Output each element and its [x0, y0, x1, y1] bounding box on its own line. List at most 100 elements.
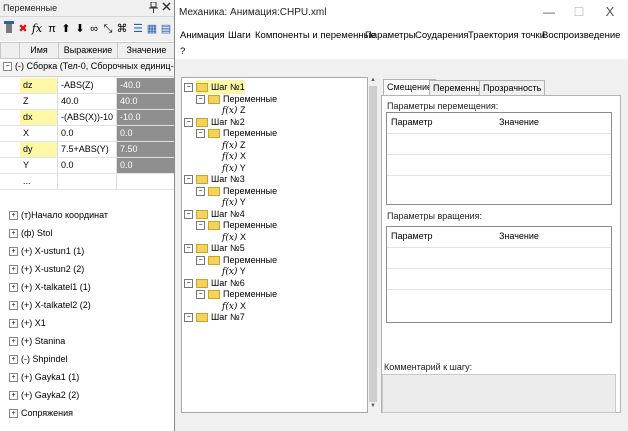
- menu-collisions[interactable]: Соударения: [415, 30, 469, 41]
- expand-icon[interactable]: +: [9, 373, 18, 383]
- component-node[interactable]: + (-) Shpindel: [6, 351, 68, 367]
- pi-icon[interactable]: π: [46, 21, 58, 37]
- expand-icon[interactable]: +: [9, 409, 18, 419]
- rot-params-table[interactable]: Параметр Значение: [386, 226, 612, 323]
- column-header-name[interactable]: Имя: [19, 42, 59, 59]
- resize-icon[interactable]: ⤡: [102, 21, 114, 37]
- list-icon[interactable]: ☰: [132, 21, 144, 37]
- panel-icon[interactable]: ▤: [160, 21, 172, 37]
- tree-variable-label: Y: [239, 162, 246, 173]
- variable-name[interactable]: Y: [20, 158, 58, 173]
- menu-playback[interactable]: Воспроизведение: [542, 30, 620, 41]
- collapse-icon[interactable]: −: [196, 221, 205, 230]
- arrow-down-icon[interactable]: ⬇: [74, 21, 86, 37]
- variable-expression[interactable]: [58, 174, 117, 189]
- expand-icon[interactable]: +: [9, 319, 18, 329]
- collapse-icon[interactable]: −: [196, 94, 205, 104]
- variable-name[interactable]: X: [20, 126, 58, 141]
- tab-transparency[interactable]: Прозрачность: [479, 80, 546, 96]
- variable-row[interactable]: X 0.0 0.0: [0, 126, 176, 142]
- menu-parameters[interactable]: Параметры: [365, 30, 416, 41]
- menu-components-variables[interactable]: Компоненты и переменные: [255, 30, 376, 41]
- maximize-button[interactable]: ☐: [567, 3, 591, 21]
- variable-expression[interactable]: 7.5+ABS(Y): [58, 142, 117, 157]
- variable-table-icon[interactable]: [3, 21, 15, 37]
- collapse-icon[interactable]: −: [196, 129, 205, 138]
- collapse-icon[interactable]: −: [196, 290, 205, 299]
- arrow-up-icon[interactable]: ⬆: [60, 21, 72, 37]
- variable-row[interactable]: ...: [0, 174, 176, 190]
- comment-field[interactable]: [382, 374, 616, 413]
- variable-name[interactable]: dy: [20, 142, 58, 157]
- variable-expression[interactable]: 0.0: [58, 158, 117, 173]
- expand-icon[interactable]: +: [9, 337, 18, 347]
- column-header-expression[interactable]: Выражение: [58, 42, 118, 59]
- collapse-icon[interactable]: −: [184, 175, 193, 184]
- tree-scrollbar[interactable]: ▲ ▼: [368, 77, 378, 413]
- component-node[interactable]: + (+) Gayka1 (1): [6, 369, 79, 385]
- assembly-group-row[interactable]: −(-) Сборка (Тел-0, Сборочных единиц-0, …: [0, 61, 176, 77]
- close-button[interactable]: X: [598, 3, 622, 21]
- expand-icon[interactable]: +: [9, 301, 18, 311]
- variable-expression[interactable]: 40.0: [58, 94, 117, 109]
- minimize-button[interactable]: —: [537, 3, 561, 21]
- collapse-icon[interactable]: −: [196, 255, 205, 265]
- expand-icon[interactable]: +: [9, 211, 18, 221]
- folder-icon: [196, 244, 208, 254]
- variable-name[interactable]: dx: [20, 110, 58, 125]
- move-params-table[interactable]: Параметр Значение: [386, 112, 612, 205]
- tree-group-label: Переменные: [223, 220, 278, 230]
- component-node[interactable]: + Сопряжения: [6, 405, 73, 421]
- scroll-down-icon[interactable]: ▼: [368, 403, 378, 409]
- link-icon[interactable]: ∞: [88, 21, 100, 37]
- collapse-icon[interactable]: −: [184, 117, 193, 127]
- scroll-up-icon[interactable]: ▲: [368, 77, 378, 83]
- column-header-value[interactable]: Значение: [117, 42, 176, 59]
- component-node[interactable]: + (+) X-ustun2 (2): [6, 261, 84, 277]
- tree-icon[interactable]: ⌘: [116, 21, 128, 37]
- expand-icon[interactable]: +: [9, 265, 18, 275]
- component-node[interactable]: + (+) Stanina: [6, 333, 65, 349]
- component-node-label: (+) X-talkatel2 (2): [21, 300, 91, 310]
- collapse-icon[interactable]: −: [184, 83, 193, 92]
- menu-help[interactable]: ?: [180, 46, 185, 57]
- close-icon[interactable]: [162, 2, 171, 13]
- expand-icon[interactable]: +: [9, 391, 18, 401]
- variable-row[interactable]: dy 7.5+ABS(Y) 7.50: [0, 142, 176, 158]
- function-icon[interactable]: fx: [31, 21, 43, 37]
- component-node[interactable]: + (+) X1: [6, 315, 46, 331]
- component-node[interactable]: + (ф) Stol: [6, 225, 52, 241]
- component-node[interactable]: + (+) X-talkatel1 (1): [6, 279, 91, 295]
- collapse-icon[interactable]: −: [3, 62, 12, 72]
- component-node[interactable]: + (+) X-talkatel2 (2): [6, 297, 91, 313]
- collapse-icon[interactable]: −: [184, 278, 193, 288]
- expand-icon[interactable]: +: [9, 355, 18, 365]
- collapse-icon[interactable]: −: [184, 209, 193, 219]
- component-node[interactable]: + (+) Gayka2 (2): [6, 387, 79, 403]
- variable-name[interactable]: Z: [20, 94, 58, 109]
- expand-icon[interactable]: +: [9, 247, 18, 257]
- variable-expression[interactable]: -ABS(Z): [58, 78, 117, 93]
- menu-animation[interactable]: Анимация: [180, 30, 225, 41]
- expand-icon[interactable]: +: [9, 283, 18, 293]
- variable-row[interactable]: Y 0.0 0.0: [0, 158, 176, 174]
- pin-icon[interactable]: [149, 1, 158, 15]
- menu-steps[interactable]: Шаги: [228, 30, 251, 41]
- component-node[interactable]: + (т)Начало координат: [6, 207, 108, 223]
- variable-name[interactable]: dz: [20, 78, 58, 93]
- grid-icon[interactable]: ▦: [146, 21, 158, 37]
- collapse-icon[interactable]: −: [184, 313, 193, 322]
- variable-row[interactable]: Z 40.0 40.0: [0, 94, 176, 110]
- variable-expression[interactable]: -(ABS(X))-10: [58, 110, 117, 125]
- scroll-thumb[interactable]: [369, 86, 377, 402]
- collapse-icon[interactable]: −: [196, 186, 205, 196]
- variable-expression[interactable]: 0.0: [58, 126, 117, 141]
- variable-row[interactable]: dx -(ABS(X))-10 -10.0: [0, 110, 176, 126]
- expand-icon[interactable]: +: [9, 229, 18, 239]
- variable-name[interactable]: ...: [20, 174, 58, 189]
- delete-icon[interactable]: ✖: [17, 21, 29, 37]
- collapse-icon[interactable]: −: [184, 244, 193, 253]
- component-node[interactable]: + (+) X-ustun1 (1): [6, 243, 84, 259]
- menu-point-trajectory[interactable]: Траектория точки: [468, 30, 545, 41]
- variable-row[interactable]: dz -ABS(Z) -40.0: [0, 78, 176, 94]
